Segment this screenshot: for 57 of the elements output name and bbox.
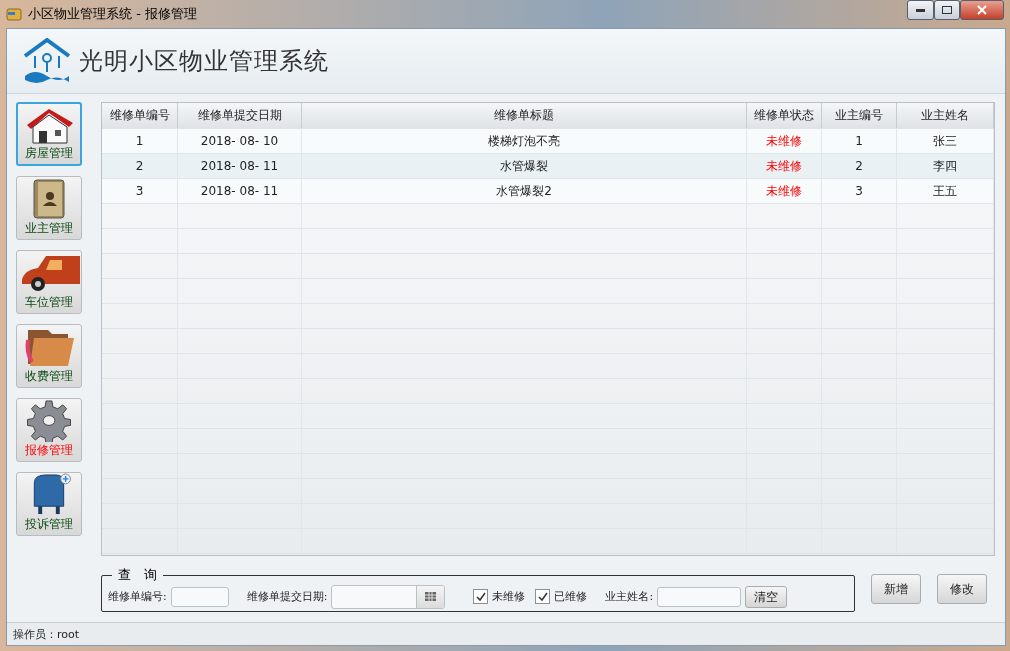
sidebar-item[interactable]: 房屋管理 xyxy=(16,102,82,166)
checkbox[interactable] xyxy=(535,589,551,604)
table-cell: 张三 xyxy=(897,129,994,153)
sidebar-item[interactable]: 收费管理 xyxy=(16,324,82,388)
sidebar-item[interactable]: 投诉管理 xyxy=(16,472,82,536)
clear-button[interactable]: 清空 xyxy=(745,585,788,608)
checkbox-label: 未维修 xyxy=(492,589,526,604)
maximize-icon xyxy=(942,6,952,14)
input-field[interactable] xyxy=(170,586,229,607)
gear-icon xyxy=(26,399,72,442)
status-text: 操作员：root xyxy=(13,626,80,642)
house-logo-icon xyxy=(23,38,71,84)
query-legend: 查 询 xyxy=(112,566,163,584)
table-cell: 3 xyxy=(822,179,897,203)
date-field[interactable] xyxy=(331,584,446,609)
column-header[interactable]: 业主编号 xyxy=(822,103,897,128)
action-button[interactable]: 新增 xyxy=(871,574,921,604)
table-cell: 3 xyxy=(102,179,178,203)
table-cell: 水管爆裂 xyxy=(302,154,747,178)
calendar-button[interactable] xyxy=(416,585,445,608)
column-header[interactable]: 维修单编号 xyxy=(102,103,178,128)
sidebar-item[interactable]: 业主管理 xyxy=(16,176,82,240)
table-cell: 2018- 08- 10 xyxy=(178,129,302,153)
checkbox[interactable] xyxy=(473,589,489,604)
column-header[interactable]: 维修单标题 xyxy=(302,103,747,128)
table-cell: 水管爆裂2 xyxy=(302,179,747,203)
field-label: 维修单编号: xyxy=(108,589,167,604)
maximize-button[interactable] xyxy=(934,0,960,20)
table-cell: 李四 xyxy=(897,154,994,178)
table-cell: 楼梯灯泡不亮 xyxy=(302,129,747,153)
table-cell: 2 xyxy=(822,154,897,178)
table-cell: 2018- 08- 11 xyxy=(178,154,302,178)
column-header[interactable]: 维修单状态 xyxy=(747,103,822,128)
field-label: 业主姓名: xyxy=(605,589,654,604)
input-field[interactable] xyxy=(657,586,742,607)
action-button[interactable]: 修改 xyxy=(937,574,987,604)
column-header[interactable]: 业主姓名 xyxy=(897,103,994,128)
table-cell: 1 xyxy=(102,129,178,153)
calendar-icon xyxy=(425,592,437,601)
app-icon xyxy=(6,6,22,22)
table-cell: 王五 xyxy=(897,179,994,203)
minimize-icon xyxy=(916,8,925,12)
table-cell: 1 xyxy=(822,129,897,153)
sidebar-item[interactable]: 车位管理 xyxy=(16,250,82,314)
table-cell: 2018- 08- 11 xyxy=(178,179,302,203)
close-icon xyxy=(977,5,987,15)
table-cell: 未维修 xyxy=(747,154,822,178)
checkbox-label: 已维修 xyxy=(554,589,588,604)
field-label: 维修单提交日期: xyxy=(246,589,328,604)
minimize-button[interactable] xyxy=(907,0,934,20)
app-title: 光明小区物业管理系统 xyxy=(79,46,329,77)
table-cell: 未维修 xyxy=(747,179,822,203)
window-title: 小区物业管理系统 - 报修管理 xyxy=(28,5,198,23)
close-button[interactable] xyxy=(960,0,1004,20)
column-header[interactable]: 维修单提交日期 xyxy=(178,103,302,128)
table-cell: 未维修 xyxy=(747,129,822,153)
table-cell: 2 xyxy=(102,154,178,178)
